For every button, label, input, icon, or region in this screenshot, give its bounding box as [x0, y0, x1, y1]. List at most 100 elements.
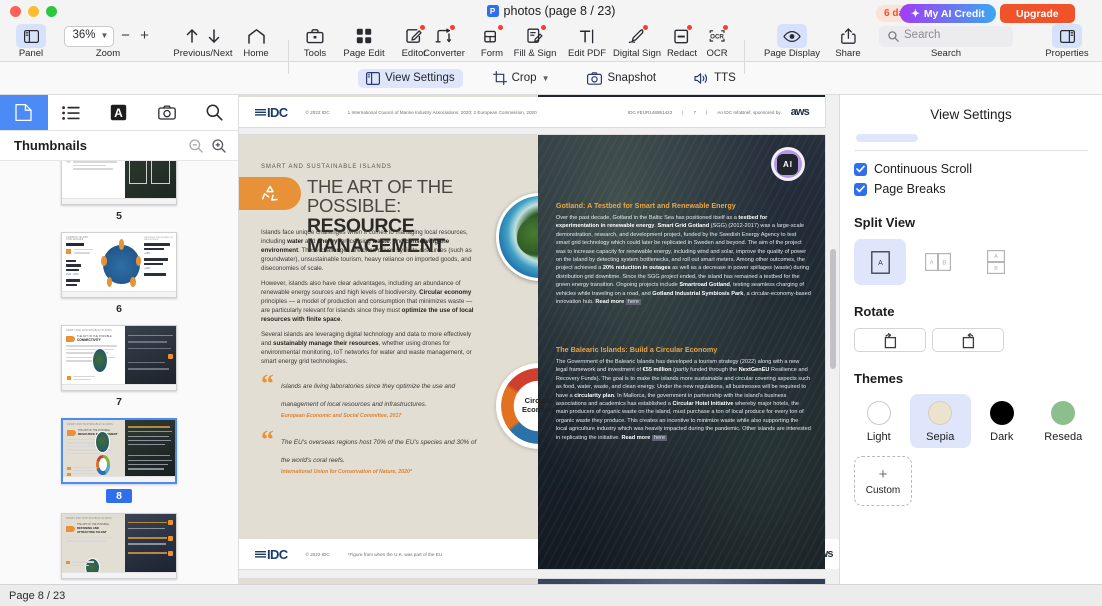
- svg-text:B: B: [994, 266, 998, 272]
- theme-option-sepia[interactable]: Sepia: [909, 394, 971, 448]
- page-8-eyebrow: SMART AND SUSTAINABLE ISLANDS: [261, 164, 392, 170]
- document-page-7: compete for FDI, grow indigenous compani…: [239, 95, 825, 127]
- document-viewer[interactable]: compete for FDI, grow indigenous compani…: [239, 95, 839, 584]
- theme-option-reseda[interactable]: Reseda: [1033, 394, 1095, 448]
- form-icon: [483, 23, 503, 49]
- sidebar-tab-snapshot[interactable]: [143, 95, 191, 130]
- edit-pdf-button[interactable]: Edit PDF: [562, 18, 612, 60]
- converter-button[interactable]: Converter: [414, 18, 474, 60]
- split-view-horizontal-option[interactable]: AB: [970, 239, 1022, 285]
- minimize-window-button[interactable]: [28, 6, 39, 17]
- split-view-heading: Split View: [854, 215, 916, 230]
- page-breaks-checkbox[interactable]: Page Breaks: [840, 182, 1102, 196]
- sidebar-tab-thumbnails[interactable]: [0, 95, 48, 130]
- previous-next-group[interactable]: Previous/Next: [166, 18, 240, 60]
- tts-tab[interactable]: TTS: [686, 69, 744, 88]
- view-subtoolbar: View Settings Crop ▼ Snapshot TTS: [0, 62, 1102, 95]
- zoom-in-icon[interactable]: [212, 138, 226, 153]
- tools-button[interactable]: Tools: [296, 18, 334, 60]
- list-item[interactable]: SMART AND SUSTAINABLE ISLANDS THE ART OF…: [0, 408, 238, 503]
- redact-button[interactable]: Redact: [660, 18, 704, 60]
- close-window-button[interactable]: [10, 6, 21, 17]
- maximize-window-button[interactable]: [46, 6, 57, 17]
- speaker-icon: [694, 72, 708, 84]
- digital-sign-button[interactable]: Digital Sign: [608, 18, 666, 60]
- thumbnail-number: 6: [116, 303, 122, 315]
- document-scrollbar-thumb[interactable]: [830, 249, 836, 369]
- my-ai-credit-label: My AI Credit: [923, 7, 985, 20]
- split-view-single-option[interactable]: A: [854, 239, 906, 285]
- sidebar-tab-outline[interactable]: [48, 95, 96, 130]
- idc-mark-icon: [255, 550, 266, 558]
- document-scrollbar[interactable]: [829, 99, 837, 580]
- rotate-left-button[interactable]: [854, 328, 926, 352]
- snapshot-tab[interactable]: Snapshot: [579, 69, 664, 88]
- zoom-controls: 36% ▼ − +: [63, 23, 153, 49]
- zoom-in-button[interactable]: +: [136, 27, 152, 44]
- list-item[interactable]: SMART AND SUSTAINABLE ISLANDS THE ART OF…: [0, 315, 238, 408]
- custom-theme-label: Custom: [865, 484, 901, 496]
- theme-swatch-sepia: [928, 401, 953, 425]
- zoom-select[interactable]: 36% ▼: [63, 25, 115, 47]
- converter-label: Converter: [423, 48, 465, 60]
- page-edit-button[interactable]: Page Edit: [336, 18, 392, 60]
- ai-assistant-badge[interactable]: AI: [770, 147, 805, 181]
- main-toolbar: P photos (page 8 / 23) Panel 36% ▼ − + Z…: [0, 0, 1102, 74]
- thumbnail-page-6[interactable]: COMMON ISLAND CHALLENGES 29% - 52% GROWI…: [61, 232, 177, 298]
- thumbnail-page-9[interactable]: SMART AND SUSTAINABLE ISLANDS THE ART OF…: [61, 513, 177, 579]
- sidebar-tab-search[interactable]: [190, 95, 238, 130]
- fill-sign-button[interactable]: Fill & Sign: [506, 18, 564, 60]
- page-8-block-2-link[interactable]: here: [651, 434, 668, 441]
- theme-label-dark: Dark: [990, 431, 1014, 443]
- custom-theme-button[interactable]: + Custom: [854, 456, 912, 506]
- continuous-scroll-checkbox[interactable]: Continuous Scroll: [840, 162, 1102, 176]
- share-button[interactable]: Share: [828, 18, 868, 60]
- thumbnail-page-8[interactable]: SMART AND SUSTAINABLE ISLANDS THE ART OF…: [61, 418, 177, 484]
- eye-icon-wrap: [777, 23, 807, 49]
- list-item[interactable]: COMMON ISLAND CHALLENGES 29% - 52% GROWI…: [0, 222, 238, 315]
- letter-a-icon: A: [111, 104, 127, 121]
- page-8-quote-1-source: European Economic and Social Committee, …: [281, 412, 402, 419]
- upgrade-button[interactable]: Upgrade: [1000, 4, 1075, 23]
- ocr-button[interactable]: OCR OCR: [700, 18, 734, 60]
- quote-mark-icon: “: [261, 368, 274, 398]
- page-8-block-1-link[interactable]: here: [625, 298, 642, 305]
- thumbnails-list[interactable]: 5 COMMON ISLAND CHALLENGES 29% - 52% GRO…: [0, 161, 238, 584]
- eye-icon: [777, 24, 807, 49]
- left-sidebar: A Thumbnails 5 COMMON ISLAND CHALLENGES …: [0, 95, 239, 584]
- home-button[interactable]: Home: [234, 18, 278, 60]
- zoom-out-icon[interactable]: [189, 138, 203, 153]
- search-group[interactable]: Search Search: [876, 18, 1016, 60]
- page-8-block-1-text: Over the past decade, Gotland in the Bal…: [555, 215, 811, 305]
- panel-toggle-button[interactable]: Panel: [8, 18, 54, 60]
- crop-icon: [492, 71, 507, 85]
- sidebar-tab-annotations[interactable]: A: [95, 95, 143, 130]
- theme-option-dark[interactable]: Dark: [971, 394, 1033, 448]
- app-window: P photos (page 8 / 23) Panel 36% ▼ − + Z…: [0, 0, 1102, 606]
- zoom-group: 36% ▼ − + Zoom: [58, 18, 158, 60]
- list-item[interactable]: 5: [0, 161, 238, 222]
- page-8-title-line1: THE ART OF THE POSSIBLE:: [307, 176, 453, 217]
- rotate-right-button[interactable]: [932, 328, 1004, 352]
- view-settings-tab[interactable]: View Settings: [358, 68, 463, 88]
- zoom-out-button[interactable]: −: [117, 27, 133, 44]
- split-view-vertical-option[interactable]: AB: [912, 239, 964, 285]
- view-settings-icon: [366, 71, 381, 85]
- list-item[interactable]: SMART AND SUSTAINABLE ISLANDS THE ART OF…: [0, 503, 238, 584]
- search-input[interactable]: Search: [879, 25, 1013, 47]
- thumbnail-page-7[interactable]: SMART AND SUSTAINABLE ISLANDS THE ART OF…: [61, 325, 177, 391]
- page-7-footer-right: IDC #EUR148951422 | 7 | An IDC InfoBrief…: [627, 106, 810, 118]
- my-ai-credit-button[interactable]: ✦ My AI Credit: [900, 4, 996, 23]
- thumbnail-number: 5: [116, 210, 122, 222]
- thumbnail-page-5[interactable]: [61, 161, 177, 205]
- page-display-button[interactable]: Page Display: [760, 18, 824, 60]
- page-edit-label: Page Edit: [343, 48, 385, 60]
- split-view-options: A AB AB: [840, 239, 1102, 285]
- document-title-text: photos (page 8 / 23): [503, 4, 616, 18]
- page-8-body: Islands face unique challenges when it c…: [261, 229, 479, 475]
- properties-button[interactable]: Properties: [1038, 18, 1096, 60]
- form-badge-dot: [497, 25, 503, 31]
- crop-tab[interactable]: Crop ▼: [485, 68, 558, 88]
- theme-option-light[interactable]: Light: [848, 394, 910, 448]
- window-traffic-lights[interactable]: [10, 6, 57, 17]
